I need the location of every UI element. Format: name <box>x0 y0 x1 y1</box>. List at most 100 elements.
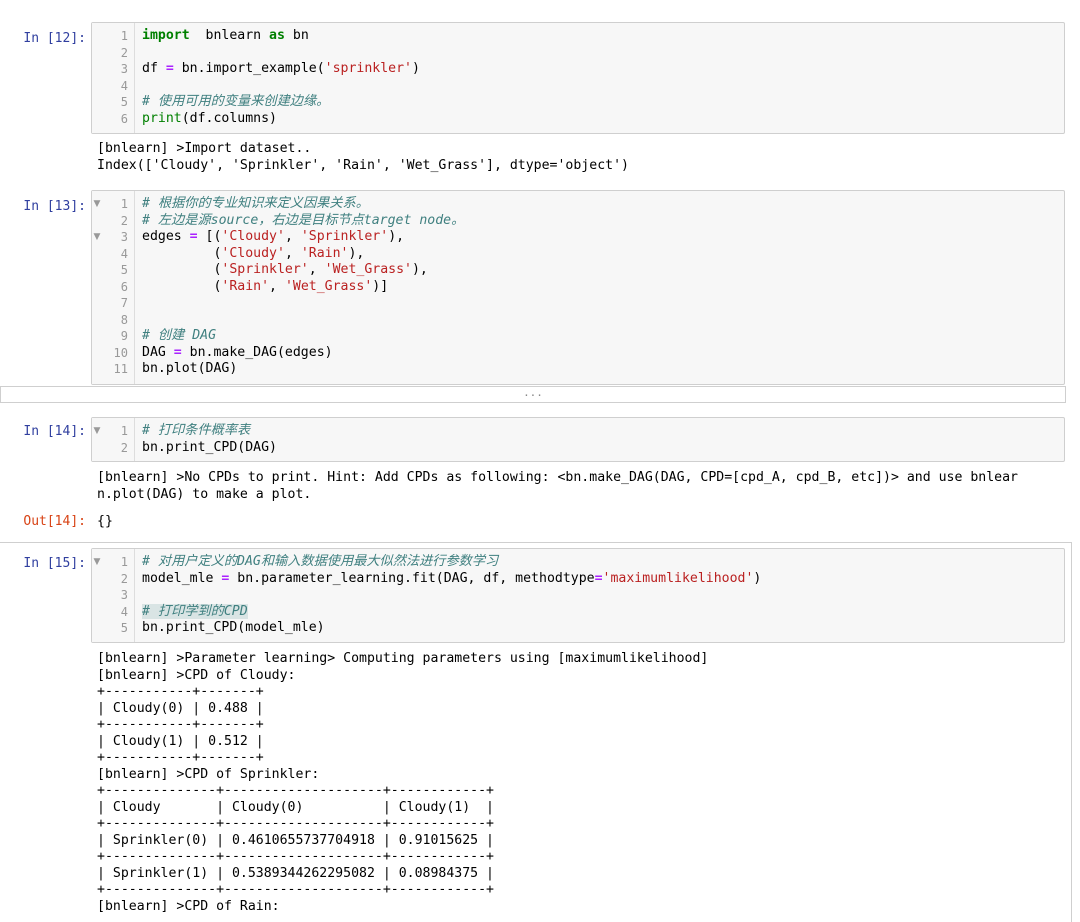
cell-13-prompt: In [13]: <box>23 199 86 214</box>
code-line[interactable]: 10 DAG = bn.make_DAG(edges) <box>92 345 1064 362</box>
code-token: model_mle <box>142 570 222 586</box>
code-line[interactable]: 5 # 使用可用的变量来创建边缘。 <box>92 94 1064 111</box>
code-token: 'Wet_Grass' <box>324 262 412 277</box>
code-token: ), <box>388 229 405 244</box>
code-line[interactable]: 3 df = bn.import_example('sprinkler') <box>92 61 1064 78</box>
cell-15-output: [bnlearn] >Parameter learning> Computing… <box>97 651 709 914</box>
line-number: 3 <box>120 230 128 244</box>
line-number: 9 <box>120 329 128 343</box>
line-number: 4 <box>120 246 128 261</box>
code-token: (df.columns) <box>181 110 277 126</box>
code-text: # 左边是源source，右边是目标节点target node。 <box>142 213 464 230</box>
code-token: # 打印学到的CPD <box>142 603 248 619</box>
code-line[interactable]: 4 <box>92 78 1064 95</box>
code-line[interactable]: 8 <box>92 312 1064 329</box>
code-text: df = bn.import_example('sprinkler') <box>142 61 420 78</box>
code-line[interactable]: 5 bn.print_CPD(model_mle) <box>92 620 1064 637</box>
code-token: bn.parameter_learning.fit(DAG, df, metho… <box>229 570 595 586</box>
cell-15-code-editor[interactable]: ▼ 1 # 对用户定义的DAG和输入数据使用最大似然法进行参数学习 2 model_ml… <box>91 548 1065 643</box>
code-token: # 根据你的专业知识来定义因果关系。 <box>142 196 369 211</box>
code-token: 'Rain' <box>221 278 270 294</box>
code-token: 'Rain' <box>300 245 349 261</box>
code-text: bn.plot(DAG) <box>142 361 237 378</box>
line-number: 3 <box>120 62 128 76</box>
code-line[interactable]: ▼ 1 # 对用户定义的DAG和输入数据使用最大似然法进行参数学习 <box>92 554 1064 571</box>
code-token: # 左边是源source，右边是目标节点target node。 <box>142 212 465 228</box>
code-text: # 打印条件概率表 <box>142 423 250 440</box>
code-token: ( <box>142 245 222 261</box>
code-text: DAG = bn.make_DAG(edges) <box>142 345 333 362</box>
code-token: # 使用可用的变量来创建边缘。 <box>142 94 330 109</box>
code-line[interactable]: ▼ 3 edges = [('Cloudy', 'Sprinkler'), <box>92 229 1064 246</box>
code-text: import bnlearn as bn <box>142 28 309 45</box>
fold-arrow-icon[interactable]: ▼ <box>92 196 102 213</box>
code-text: # 创建 DAG <box>142 328 216 345</box>
code-token: , <box>269 278 285 294</box>
code-token: 'Cloudy' <box>221 245 285 261</box>
code-token: bn.print_CPD(DAG) <box>142 439 277 455</box>
code-token: 'Wet_Grass' <box>284 278 373 294</box>
line-number: 6 <box>120 111 128 126</box>
code-token: , <box>284 229 301 244</box>
code-token: edges <box>142 229 190 244</box>
code-text: # 根据你的专业知识来定义因果关系。 <box>142 196 369 213</box>
code-line[interactable]: 3 <box>92 587 1064 604</box>
line-number: 1 <box>120 197 128 211</box>
code-text: ('Cloudy', 'Rain'), <box>142 246 364 263</box>
line-number: 6 <box>120 279 128 294</box>
line-number: 2 <box>120 571 128 586</box>
code-token: = <box>594 570 603 586</box>
code-token: import <box>142 28 190 43</box>
code-line[interactable]: 6 print(df.columns) <box>92 111 1064 128</box>
code-line[interactable]: 6 ('Rain', 'Wet_Grass')] <box>92 279 1064 296</box>
code-line[interactable]: 9 # 创建 DAG <box>92 328 1064 345</box>
code-token: print <box>142 110 182 126</box>
cell-15-prompt: In [15]: <box>23 556 86 571</box>
code-token: DAG <box>142 344 174 360</box>
code-line[interactable]: 2 # 左边是源source，右边是目标节点target node。 <box>92 213 1064 230</box>
code-token: # 对用户定义的DAG和输入数据使用最大似然法进行参数学习 <box>142 554 499 569</box>
code-token: ), <box>411 262 428 277</box>
code-line[interactable]: 5 ('Sprinkler', 'Wet_Grass'), <box>92 262 1064 279</box>
code-token: # 打印条件概率表 <box>142 423 251 438</box>
code-token: bn <box>284 28 309 43</box>
code-line[interactable]: ▼ 1 # 根据你的专业知识来定义因果关系。 <box>92 196 1064 213</box>
code-line[interactable]: 4 ('Cloudy', 'Rain'), <box>92 246 1064 263</box>
line-number: 1 <box>120 424 128 438</box>
code-text: ('Rain', 'Wet_Grass')] <box>142 279 388 296</box>
cell-14-result: {} <box>97 514 113 529</box>
code-line[interactable]: 4 # 打印学到的CPD <box>92 603 1064 621</box>
fold-arrow-icon[interactable]: ▼ <box>92 554 102 571</box>
code-token: ) <box>753 570 762 586</box>
line-number: 8 <box>120 312 128 327</box>
code-token: bn.make_DAG(edges) <box>181 344 333 360</box>
code-token: ) <box>411 61 420 76</box>
line-number: 5 <box>120 621 128 635</box>
code-line[interactable]: 1 import bnlearn as bn <box>92 28 1064 45</box>
line-number: 1 <box>120 555 128 569</box>
collapsed-output-toggle[interactable]: ... <box>0 386 1066 403</box>
code-token: df <box>142 61 166 76</box>
code-token: 'Sprinkler' <box>221 262 309 277</box>
code-line[interactable]: 2 <box>92 45 1064 62</box>
cell-13-code-editor[interactable]: ▼ 1 # 根据你的专业知识来定义因果关系。 2 # 左边是源source，右边是目标节… <box>91 190 1065 385</box>
cell-12-code-editor[interactable]: 1 import bnlearn as bn 2 3 df = bn.import_ex… <box>91 22 1065 134</box>
cell-14-stdout: [bnlearn] >No CPDs to print. Hint: Add C… <box>97 470 1018 502</box>
fold-arrow-icon[interactable]: ▼ <box>92 423 102 440</box>
fold-arrow-icon[interactable]: ▼ <box>92 229 102 246</box>
code-line[interactable]: ▼ 1 # 打印条件概率表 <box>92 423 1064 440</box>
line-number: 2 <box>120 213 128 228</box>
cell-14-code-editor[interactable]: ▼ 1 # 打印条件概率表 2 bn.print_CPD(DAG) <box>91 417 1065 462</box>
code-token: 'maximumlikelihood' <box>602 570 754 586</box>
code-token: ( <box>142 278 222 294</box>
code-line[interactable]: 2 bn.print_CPD(DAG) <box>92 440 1064 457</box>
code-token: [( <box>197 229 222 244</box>
code-token: = <box>173 344 182 360</box>
code-line[interactable]: 2 model_mle = bn.parameter_learning.fit(D… <box>92 571 1064 588</box>
code-token: bn.print_CPD(model_mle) <box>142 620 325 635</box>
line-number: 4 <box>120 604 128 619</box>
line-number: 10 <box>113 345 128 360</box>
code-token: bn.import_example( <box>173 61 325 76</box>
code-line[interactable]: 11 bn.plot(DAG) <box>92 361 1064 378</box>
code-line[interactable]: 7 <box>92 295 1064 312</box>
